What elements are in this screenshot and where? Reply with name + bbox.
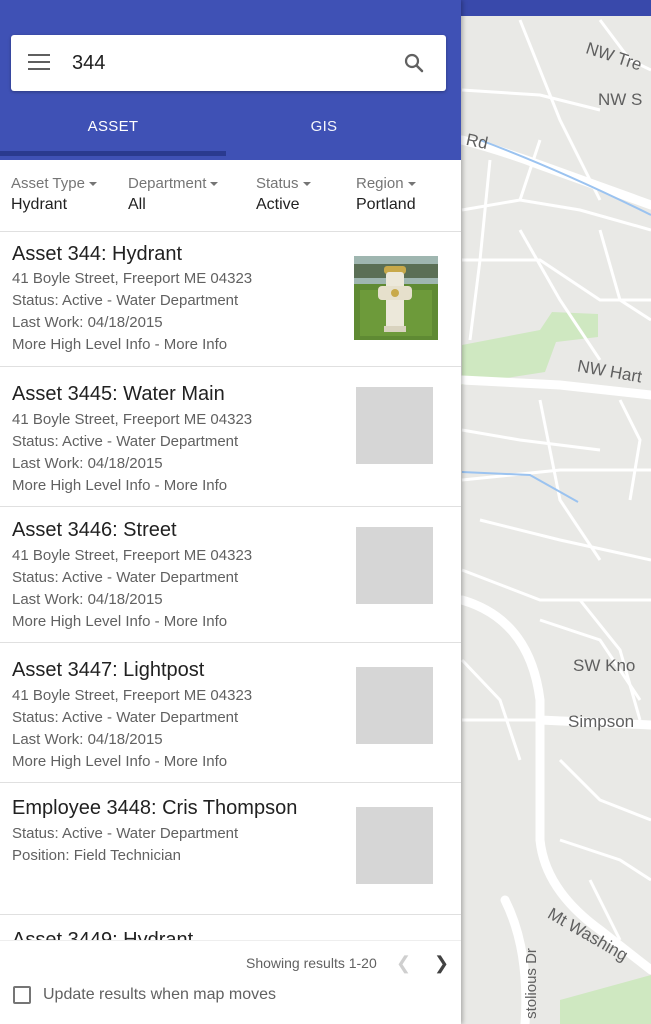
map-label: stolious Dr: [522, 948, 540, 1019]
thumbnail-placeholder: [356, 807, 433, 884]
chevron-right-icon[interactable]: ❯: [434, 953, 449, 974]
results-panel: 344 ASSET GIS Asset Type Hydrant Departm…: [0, 0, 461, 1024]
filter-value: Active: [256, 196, 300, 213]
item-status: Status: Active - Water Department: [12, 825, 239, 842]
item-status: Status: Active - Water Department: [12, 569, 239, 586]
chevron-left-icon[interactable]: ❮: [396, 953, 411, 974]
item-address: 41 Boyle Street, Freeport ME 04323: [12, 411, 253, 428]
caret-down-icon: [407, 182, 416, 187]
item-status: Status: Active - Water Department: [12, 433, 239, 450]
filter-label: Status: [256, 175, 299, 192]
item-address: 41 Boyle Street, Freeport ME 04323: [12, 687, 253, 704]
update-results-checkbox[interactable]: [13, 986, 31, 1004]
caret-down-icon: [302, 182, 311, 187]
filter-asset-type[interactable]: Asset Type Hydrant: [11, 175, 97, 214]
item-title[interactable]: Asset 3447: Lightpost: [12, 659, 204, 682]
thumbnail-placeholder: [356, 387, 433, 464]
hamburger-menu-icon[interactable]: [28, 54, 50, 72]
results-count: Showing results 1-20: [246, 955, 377, 971]
panel-header: 344 ASSET GIS: [0, 0, 461, 160]
filter-value: All: [128, 196, 146, 213]
item-more-info[interactable]: More High Level Info - More Info: [12, 336, 227, 353]
map-label: Simpson: [568, 712, 635, 731]
map-label: Rd: [464, 129, 490, 154]
list-item[interactable]: Asset 3445: Water Main 41 Boyle Street, …: [0, 367, 461, 507]
item-more-info[interactable]: More High Level Info - More Info: [12, 753, 227, 770]
search-input[interactable]: 344: [72, 52, 105, 75]
item-last-work: Last Work: 04/18/2015: [12, 455, 163, 472]
item-title[interactable]: Asset 344: Hydrant: [12, 243, 182, 266]
filter-value: Hydrant: [11, 196, 68, 213]
filter-label: Asset Type: [11, 175, 85, 192]
item-position: Position: Field Technician: [12, 847, 181, 864]
filter-label: Region: [356, 175, 404, 192]
results-list: Asset 344: Hydrant 41 Boyle Street, Free…: [0, 232, 461, 940]
filter-region[interactable]: Region Portland: [356, 175, 416, 214]
item-last-work: Last Work: 04/18/2015: [12, 591, 163, 608]
item-title[interactable]: Employee 3448: Cris Thompson: [12, 797, 297, 820]
thumbnail-placeholder: [356, 667, 433, 744]
caret-down-icon: [88, 182, 97, 187]
item-title[interactable]: Asset 3446: Street: [12, 519, 177, 542]
item-title[interactable]: Asset 3449: Hydrant: [12, 929, 193, 940]
filter-bar: Asset Type Hydrant Department All Status…: [0, 160, 461, 232]
item-more-info[interactable]: More High Level Info - More Info: [12, 613, 227, 630]
filter-status[interactable]: Status Active: [256, 175, 311, 214]
tab-gis[interactable]: GIS: [226, 104, 422, 160]
map-label: NW S: [598, 90, 643, 109]
item-status: Status: Active - Water Department: [12, 709, 239, 726]
search-bar[interactable]: 344: [11, 35, 446, 91]
search-icon[interactable]: [402, 51, 426, 75]
list-item[interactable]: Employee 3448: Cris Thompson Status: Act…: [0, 783, 461, 915]
item-title[interactable]: Asset 3445: Water Main: [12, 383, 225, 406]
item-last-work: Last Work: 04/18/2015: [12, 731, 163, 748]
filter-department[interactable]: Department All: [128, 175, 219, 214]
item-address: 41 Boyle Street, Freeport ME 04323: [12, 547, 253, 564]
list-item[interactable]: Asset 3449: Hydrant: [0, 915, 461, 940]
filter-label: Department: [128, 175, 207, 192]
item-more-info[interactable]: More High Level Info - More Info: [12, 477, 227, 494]
map-label: SW Kno: [573, 656, 636, 675]
filter-value: Portland: [356, 196, 416, 213]
item-address: 41 Boyle Street, Freeport ME 04323: [12, 270, 253, 287]
item-status: Status: Active - Water Department: [12, 292, 239, 309]
list-item[interactable]: Asset 344: Hydrant 41 Boyle Street, Free…: [0, 232, 461, 367]
caret-down-icon: [210, 182, 219, 187]
update-results-label: Update results when map moves: [43, 986, 276, 1003]
results-footer: Showing results 1-20 ❮ ❯ Update results …: [0, 940, 461, 1024]
list-item[interactable]: Asset 3447: Lightpost 41 Boyle Street, F…: [0, 643, 461, 783]
tab-indicator: [0, 151, 226, 156]
item-last-work: Last Work: 04/18/2015: [12, 314, 163, 331]
list-item[interactable]: Asset 3446: Street 41 Boyle Street, Free…: [0, 507, 461, 643]
hydrant-photo[interactable]: [354, 256, 438, 340]
thumbnail-placeholder: [356, 527, 433, 604]
